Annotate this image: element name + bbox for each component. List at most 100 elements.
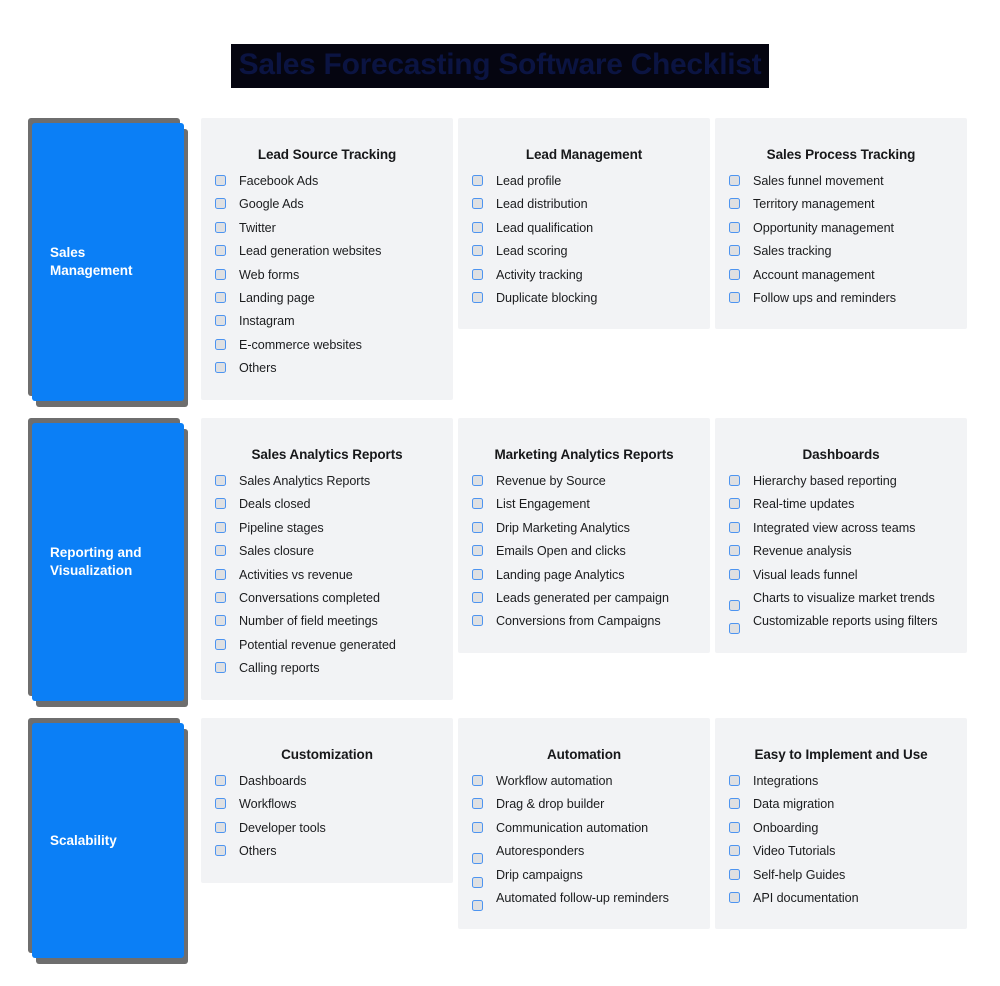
checklist-item[interactable]: Landing page (215, 290, 439, 306)
checklist-item[interactable]: E-commerce websites (215, 337, 439, 353)
checklist-item[interactable]: Pipeline stages (215, 520, 439, 536)
checkbox-icon[interactable] (472, 591, 483, 603)
checklist-item[interactable]: Workflow automation (472, 773, 696, 789)
checklist-item[interactable]: Lead qualification (472, 220, 696, 236)
checklist-item[interactable]: Conversations completed (215, 590, 439, 606)
checklist-item[interactable]: Facebook Ads (215, 173, 439, 189)
checklist-item[interactable]: Landing page Analytics (472, 567, 696, 583)
checklist-item[interactable]: Emails Open and clicks (472, 543, 696, 559)
checkbox-icon[interactable] (215, 845, 226, 857)
checkbox-icon[interactable] (215, 615, 226, 627)
checklist-item[interactable]: Web forms (215, 267, 439, 283)
checklist-item[interactable]: Activity tracking (472, 267, 696, 283)
checklist-item[interactable]: Sales funnel movement (729, 173, 953, 189)
checkbox-icon[interactable] (729, 521, 740, 533)
checkbox-icon[interactable] (472, 291, 483, 303)
checkbox-icon[interactable] (215, 291, 226, 303)
checklist-item[interactable]: Video Tutorials (729, 843, 953, 859)
checklist-item[interactable]: Integrated view across teams (729, 520, 953, 536)
checkbox-icon[interactable] (215, 591, 226, 603)
checkbox-icon[interactable] (729, 198, 740, 210)
checkbox-icon[interactable] (729, 845, 740, 857)
checklist-item[interactable]: Activities vs revenue (215, 567, 439, 583)
checkbox-icon[interactable] (215, 638, 226, 650)
checkbox-icon[interactable] (472, 821, 483, 833)
checkbox-icon[interactable] (729, 268, 740, 280)
checkbox-icon[interactable] (215, 338, 226, 350)
checklist-item[interactable]: Automated follow-up reminders (472, 890, 696, 911)
checklist-item[interactable]: Autoresponders (472, 843, 696, 865)
checklist-item[interactable]: Real-time updates (729, 496, 953, 512)
checklist-item[interactable]: List Engagement (472, 496, 696, 512)
checklist-item[interactable]: Duplicate blocking (472, 290, 696, 306)
checkbox-icon[interactable] (472, 475, 483, 486)
checkbox-icon[interactable] (472, 521, 483, 533)
checkbox-icon[interactable] (729, 798, 740, 810)
checkbox-icon[interactable] (729, 545, 740, 557)
checklist-item[interactable]: Visual leads funnel (729, 567, 953, 583)
checkbox-icon[interactable] (215, 315, 226, 327)
checkbox-icon[interactable] (472, 245, 483, 257)
checklist-item[interactable]: Others (215, 843, 439, 859)
checklist-item[interactable]: Customizable reports using filters (729, 613, 953, 635)
checkbox-icon[interactable] (215, 662, 226, 674)
checklist-item[interactable]: Lead distribution (472, 196, 696, 212)
checkbox-icon[interactable] (215, 245, 226, 257)
checklist-item[interactable]: Deals closed (215, 496, 439, 512)
checkbox-icon[interactable] (729, 291, 740, 303)
checklist-item[interactable]: Drag & drop builder (472, 796, 696, 812)
checklist-item[interactable]: Calling reports (215, 660, 439, 676)
checkbox-icon[interactable] (215, 568, 226, 580)
checkbox-icon[interactable] (472, 876, 483, 888)
checkbox-icon[interactable] (472, 198, 483, 210)
checklist-item[interactable]: Leads generated per campaign (472, 590, 696, 606)
checkbox-icon[interactable] (472, 899, 483, 911)
checkbox-icon[interactable] (215, 498, 226, 510)
checklist-item[interactable]: Twitter (215, 220, 439, 236)
checkbox-icon[interactable] (729, 868, 740, 880)
checkbox-icon[interactable] (472, 853, 483, 865)
category-card-scalability[interactable]: Scalability (32, 723, 184, 958)
checkbox-icon[interactable] (215, 521, 226, 533)
checkbox-icon[interactable] (215, 775, 226, 786)
checklist-item[interactable]: Revenue by Source (472, 473, 696, 489)
checkbox-icon[interactable] (729, 599, 740, 611)
checkbox-icon[interactable] (215, 475, 226, 486)
checklist-item[interactable]: Lead profile (472, 173, 696, 189)
checkbox-icon[interactable] (215, 198, 226, 210)
checkbox-icon[interactable] (729, 821, 740, 833)
checkbox-icon[interactable] (472, 798, 483, 810)
checkbox-icon[interactable] (215, 221, 226, 233)
checklist-item[interactable]: Opportunity management (729, 220, 953, 236)
checklist-item[interactable]: Potential revenue generated (215, 637, 439, 653)
checklist-item[interactable]: API documentation (729, 890, 953, 906)
checklist-item[interactable]: Self-help Guides (729, 867, 953, 883)
checkbox-icon[interactable] (729, 568, 740, 580)
checkbox-icon[interactable] (472, 268, 483, 280)
checklist-item[interactable]: Data migration (729, 796, 953, 812)
checkbox-icon[interactable] (729, 245, 740, 257)
checklist-item[interactable]: Follow ups and reminders (729, 290, 953, 306)
checklist-item[interactable]: Sales Analytics Reports (215, 473, 439, 489)
checkbox-icon[interactable] (215, 821, 226, 833)
checkbox-icon[interactable] (472, 615, 483, 627)
checkbox-icon[interactable] (729, 775, 740, 786)
checkbox-icon[interactable] (472, 221, 483, 233)
checkbox-icon[interactable] (729, 623, 740, 635)
checkbox-icon[interactable] (729, 475, 740, 486)
checklist-item[interactable]: Sales tracking (729, 243, 953, 259)
checkbox-icon[interactable] (729, 891, 740, 903)
checklist-item[interactable]: Revenue analysis (729, 543, 953, 559)
checklist-item[interactable]: Workflows (215, 796, 439, 812)
category-card-sales-management[interactable]: Sales Management (32, 123, 184, 401)
checklist-item[interactable]: Lead generation websites (215, 243, 439, 259)
checkbox-icon[interactable] (215, 545, 226, 557)
checkbox-icon[interactable] (729, 498, 740, 510)
checkbox-icon[interactable] (472, 775, 483, 786)
checklist-item[interactable]: Sales closure (215, 543, 439, 559)
checklist-item[interactable]: Dashboards (215, 773, 439, 789)
checkbox-icon[interactable] (215, 175, 226, 186)
checklist-item[interactable]: Hierarchy based reporting (729, 473, 953, 489)
checklist-item[interactable]: Territory management (729, 196, 953, 212)
checklist-item[interactable]: Developer tools (215, 820, 439, 836)
